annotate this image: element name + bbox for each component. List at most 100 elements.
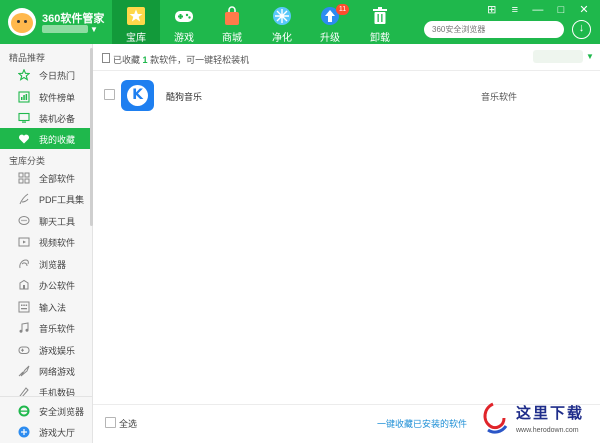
document-icon [102, 53, 110, 63]
tab-mall[interactable]: 商城 [208, 0, 256, 44]
top-bar: 360软件管家 ▼ 宝库 游戏 商城 净化 11 升级 卸载 ⊞ ≡ — □ ✕… [0, 0, 600, 44]
tab-label: 宝库 [126, 33, 146, 44]
sidebar-item-favorites[interactable]: 我的收藏 [0, 128, 92, 149]
watermark-logo-icon [483, 402, 508, 434]
tab-upgrade[interactable]: 11 升级 [306, 0, 354, 44]
tab-label: 卸载 [370, 33, 390, 44]
app-name: 酷狗音乐 [166, 92, 203, 102]
monitor-icon [18, 112, 30, 123]
tab-label: 升级 [320, 33, 340, 44]
account-dropdown-icon[interactable]: ▼ [90, 25, 98, 34]
sidebar-item-all-software[interactable]: 全部软件 [0, 167, 92, 188]
info-suffix: 款软件，可一键轻松装机 [150, 55, 250, 65]
sort-dropdown[interactable] [533, 50, 583, 63]
minimize-icon[interactable]: — [528, 3, 548, 17]
phone-icon [19, 387, 29, 396]
sidebar-item-video[interactable]: 视频软件 [0, 231, 92, 252]
sidebar-item-music[interactable]: 音乐软件 [0, 317, 92, 338]
select-all-label: 全选 [119, 419, 138, 429]
select-all-checkbox[interactable] [105, 417, 116, 428]
sidebar-footer: 安全浏览器 游戏大厅 [0, 396, 92, 443]
sidebar-item-label: 游戏大厅 [39, 428, 76, 438]
sidebar-item-label: 视频软件 [39, 238, 76, 248]
office-icon [19, 279, 29, 290]
upgrade-count-badge: 11 [336, 4, 349, 15]
video-icon [18, 237, 30, 247]
sidebar-item-label: 聊天工具 [39, 217, 76, 227]
sidebar-item-pdf-tools[interactable]: PDF工具集 [0, 188, 92, 209]
sidebar-item-label: 网络游戏 [39, 367, 76, 377]
avatar[interactable] [8, 8, 36, 36]
keyboard-icon [18, 301, 30, 313]
tab-uninstall[interactable]: 卸载 [356, 0, 404, 44]
main-panel: 已收藏 1 款软件，可一键轻松装机 ▼ K 酷狗音乐 音乐软件 全选 一键收藏已… [93, 44, 600, 443]
sidebar-item-browser[interactable]: 浏览器 [0, 253, 92, 274]
kugou-music-icon: K [121, 80, 154, 111]
download-manager-icon[interactable]: ↓ [572, 20, 591, 39]
sidebar-item-label: 游戏娱乐 [39, 346, 76, 356]
sidebar-item-game-entertainment[interactable]: 游戏娱乐 [0, 339, 92, 360]
table-row[interactable]: K 酷狗音乐 音乐软件 [93, 72, 600, 118]
sidebar-item-label: 办公软件 [39, 281, 76, 291]
app-checkbox[interactable] [104, 89, 115, 100]
sidebar-section-title: 精品推荐 [9, 53, 46, 63]
app-category: 音乐软件 [481, 92, 518, 102]
sidebar-item-mobile-digital[interactable]: 手机数码 [0, 381, 92, 396]
sidebar-item-label: 手机数码 [39, 388, 76, 396]
sidebar-item-label: 装机必备 [39, 114, 76, 124]
tab-purify[interactable]: 净化 [258, 0, 306, 44]
tab-label: 游戏 [174, 33, 194, 44]
tab-baoku[interactable]: 宝库 [112, 0, 160, 44]
pdf-icon [19, 193, 29, 205]
tab-games[interactable]: 游戏 [160, 0, 208, 44]
search-input[interactable] [424, 21, 564, 38]
sidebar-item-office[interactable]: 办公软件 [0, 274, 92, 295]
sidebar-item-rank[interactable]: 软件榜单 [0, 86, 92, 107]
purify-icon [273, 7, 291, 25]
chevron-down-icon[interactable]: ▼ [586, 52, 594, 61]
tab-label: 商城 [222, 33, 242, 44]
sidebar-item-online-games[interactable]: 网络游戏 [0, 360, 92, 381]
sidebar-item-label: PDF工具集 [39, 195, 85, 205]
sidebar-item-label: 浏览器 [39, 260, 67, 270]
sidebar-item-label: 今日热门 [39, 71, 76, 81]
avatar-eye-icon [24, 20, 27, 23]
sidebar-item-chat-tools[interactable]: 聊天工具 [0, 210, 92, 231]
star-icon [127, 7, 145, 25]
music-icon [19, 322, 29, 333]
brand-title: 360软件管家 [42, 13, 105, 25]
trash-icon [373, 7, 387, 24]
sidebar-item-game-hall[interactable]: 游戏大厅 [0, 421, 92, 442]
shopping-bag-icon [225, 6, 239, 25]
close-icon[interactable]: ✕ [574, 3, 594, 17]
sidebar-item-today-hot[interactable]: 今日热门 [0, 64, 92, 85]
skin-icon[interactable]: ⊞ [482, 3, 502, 17]
favorites-summary: 已收藏 1 款软件，可一键轻松装机 [113, 53, 249, 66]
watermark-title: 这里下载 [516, 404, 585, 422]
watermark-url: www.herodown.com [516, 427, 579, 434]
favorites-info-bar: 已收藏 1 款软件，可一键轻松装机 ▼ [93, 44, 600, 71]
rank-list-icon [18, 91, 30, 103]
sidebar-item-input-method[interactable]: 输入法 [0, 296, 92, 317]
sidebar-item-safe-browser[interactable]: 安全浏览器 [0, 400, 92, 421]
kugou-letter: K [127, 85, 148, 106]
account-name-blurred[interactable] [42, 25, 88, 33]
sidebar-item-label: 软件榜单 [39, 93, 76, 103]
menu-icon[interactable]: ≡ [505, 3, 525, 17]
chat-icon [18, 216, 30, 225]
sidebar-item-label: 输入法 [39, 303, 67, 313]
maximize-icon[interactable]: □ [551, 3, 571, 17]
sidebar-item-essentials[interactable]: 装机必备 [0, 107, 92, 128]
watermark: 这里下载 www.herodown.com [470, 398, 600, 443]
game-hall-icon [18, 426, 30, 438]
star-outline-icon [18, 69, 30, 81]
sidebar-item-label: 我的收藏 [39, 135, 76, 145]
avatar-eye-icon [17, 20, 20, 23]
browser-icon [19, 259, 29, 269]
collect-installed-link[interactable]: 一键收藏已安装的软件 [377, 417, 467, 430]
info-prefix: 已收藏 [113, 55, 141, 65]
gamepad-icon [175, 11, 193, 22]
sidebar-item-label: 安全浏览器 [39, 407, 85, 417]
tab-label: 净化 [272, 33, 292, 44]
sidebar-item-label: 全部软件 [39, 174, 76, 184]
